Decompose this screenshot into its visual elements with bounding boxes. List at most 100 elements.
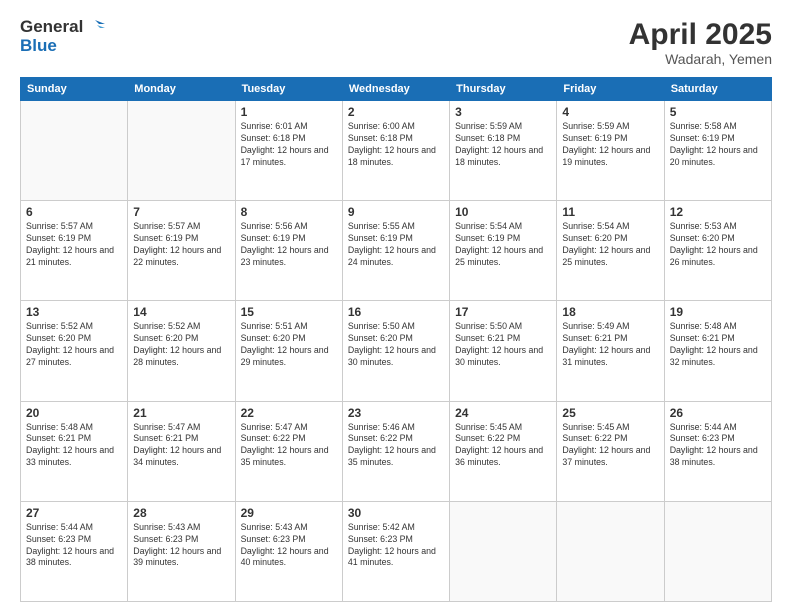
day-number: 30: [348, 506, 444, 520]
day-cell: 21Sunrise: 5:47 AMSunset: 6:21 PMDayligh…: [128, 401, 235, 501]
day-number: 6: [26, 205, 122, 219]
day-detail: Sunrise: 5:43 AMSunset: 6:23 PMDaylight:…: [133, 522, 229, 570]
day-detail: Sunrise: 5:42 AMSunset: 6:23 PMDaylight:…: [348, 522, 444, 570]
weekday-header-tuesday: Tuesday: [235, 78, 342, 101]
day-number: 25: [562, 406, 658, 420]
day-number: 22: [241, 406, 337, 420]
day-detail: Sunrise: 6:00 AMSunset: 6:18 PMDaylight:…: [348, 121, 444, 169]
day-detail: Sunrise: 5:59 AMSunset: 6:19 PMDaylight:…: [562, 121, 658, 169]
logo-bird-icon: [85, 18, 105, 36]
day-number: 13: [26, 305, 122, 319]
day-number: 11: [562, 205, 658, 219]
day-detail: Sunrise: 5:44 AMSunset: 6:23 PMDaylight:…: [26, 522, 122, 570]
day-number: 5: [670, 105, 766, 119]
day-detail: Sunrise: 6:01 AMSunset: 6:18 PMDaylight:…: [241, 121, 337, 169]
day-cell: 4Sunrise: 5:59 AMSunset: 6:19 PMDaylight…: [557, 101, 664, 201]
day-detail: Sunrise: 5:45 AMSunset: 6:22 PMDaylight:…: [562, 422, 658, 470]
day-cell: 7Sunrise: 5:57 AMSunset: 6:19 PMDaylight…: [128, 201, 235, 301]
day-detail: Sunrise: 5:47 AMSunset: 6:21 PMDaylight:…: [133, 422, 229, 470]
day-cell: 20 Sunrise: 5:48 AMSunset: 6:21 PMDayligh…: [21, 401, 128, 501]
day-cell: 26 Sunrise: 5:44 AMSunset: 6:23 PMDayligh…: [664, 401, 771, 501]
page: General Blue April 2025 Wadarah, Yemen S…: [0, 0, 792, 612]
day-cell: 10 Sunrise: 5:54 AMSunset: 6:19 PMDayligh…: [450, 201, 557, 301]
day-cell: 6 Sunrise: 5:57 AMSunset: 6:19 PMDaylight…: [21, 201, 128, 301]
week-row-5: 27 Sunrise: 5:44 AMSunset: 6:23 PMDayligh…: [21, 501, 772, 601]
title-block: April 2025 Wadarah, Yemen: [629, 18, 772, 67]
location: Wadarah, Yemen: [629, 51, 772, 67]
week-row-3: 13 Sunrise: 5:52 AMSunset: 6:20 PMDayligh…: [21, 301, 772, 401]
weekday-header-monday: Monday: [128, 78, 235, 101]
weekday-header-thursday: Thursday: [450, 78, 557, 101]
weekday-header-friday: Friday: [557, 78, 664, 101]
day-number: 1: [241, 105, 337, 119]
header: General Blue April 2025 Wadarah, Yemen: [20, 18, 772, 67]
day-cell: 5 Sunrise: 5:58 AMSunset: 6:19 PMDaylight…: [664, 101, 771, 201]
month-year: April 2025: [629, 18, 772, 51]
weekday-header-wednesday: Wednesday: [342, 78, 449, 101]
logo-general: General: [20, 18, 83, 37]
day-number: 10: [455, 205, 551, 219]
week-row-1: 1 Sunrise: 6:01 AMSunset: 6:18 PMDaylight…: [21, 101, 772, 201]
day-number: 7: [133, 205, 229, 219]
day-cell: 18 Sunrise: 5:49 AMSunset: 6:21 PMDayligh…: [557, 301, 664, 401]
day-detail: Sunrise: 5:52 AMSunset: 6:20 PMDaylight:…: [133, 321, 229, 369]
day-detail: Sunrise: 5:54 AMSunset: 6:19 PMDaylight:…: [455, 221, 551, 269]
day-cell: 14 Sunrise: 5:52 AMSunset: 6:20 PMDayligh…: [128, 301, 235, 401]
day-number: 20: [26, 406, 122, 420]
logo-text: General Blue: [20, 18, 105, 55]
day-number: 8: [241, 205, 337, 219]
day-cell: 30 Sunrise: 5:42 AMSunset: 6:23 PMDayligh…: [342, 501, 449, 601]
day-detail: Sunrise: 5:44 AMSunset: 6:23 PMDaylight:…: [670, 422, 766, 470]
day-cell: 2 Sunrise: 6:00 AMSunset: 6:18 PMDaylight…: [342, 101, 449, 201]
day-number: 9: [348, 205, 444, 219]
week-row-2: 6 Sunrise: 5:57 AMSunset: 6:19 PMDaylight…: [21, 201, 772, 301]
day-detail: Sunrise: 5:47 AMSunset: 6:22 PMDaylight:…: [241, 422, 337, 470]
day-number: 12: [670, 205, 766, 219]
day-number: 27: [26, 506, 122, 520]
day-number: 14: [133, 305, 229, 319]
day-detail: Sunrise: 5:58 AMSunset: 6:19 PMDaylight:…: [670, 121, 766, 169]
day-cell: [21, 101, 128, 201]
day-number: 19: [670, 305, 766, 319]
logo-blue: Blue: [20, 37, 105, 56]
day-cell: [664, 501, 771, 601]
day-number: 28: [133, 506, 229, 520]
day-number: 17: [455, 305, 551, 319]
logo: General Blue: [20, 18, 105, 55]
day-detail: Sunrise: 5:59 AMSunset: 6:18 PMDaylight:…: [455, 121, 551, 169]
weekday-header-saturday: Saturday: [664, 78, 771, 101]
day-detail: Sunrise: 5:50 AMSunset: 6:20 PMDaylight:…: [348, 321, 444, 369]
weekday-header-row: SundayMondayTuesdayWednesdayThursdayFrid…: [21, 78, 772, 101]
day-detail: Sunrise: 5:57 AMSunset: 6:19 PMDaylight:…: [26, 221, 122, 269]
day-cell: 9 Sunrise: 5:55 AMSunset: 6:19 PMDaylight…: [342, 201, 449, 301]
day-cell: 19 Sunrise: 5:48 AMSunset: 6:21 PMDayligh…: [664, 301, 771, 401]
day-detail: Sunrise: 5:56 AMSunset: 6:19 PMDaylight:…: [241, 221, 337, 269]
day-cell: 12Sunrise: 5:53 AMSunset: 6:20 PMDayligh…: [664, 201, 771, 301]
day-detail: Sunrise: 5:43 AMSunset: 6:23 PMDaylight:…: [241, 522, 337, 570]
day-detail: Sunrise: 5:48 AMSunset: 6:21 PMDaylight:…: [26, 422, 122, 470]
day-cell: 13 Sunrise: 5:52 AMSunset: 6:20 PMDayligh…: [21, 301, 128, 401]
day-number: 23: [348, 406, 444, 420]
day-detail: Sunrise: 5:52 AMSunset: 6:20 PMDaylight:…: [26, 321, 122, 369]
day-detail: Sunrise: 5:48 AMSunset: 6:21 PMDaylight:…: [670, 321, 766, 369]
day-cell: 29Sunrise: 5:43 AMSunset: 6:23 PMDayligh…: [235, 501, 342, 601]
day-number: 18: [562, 305, 658, 319]
day-cell: 16 Sunrise: 5:50 AMSunset: 6:20 PMDayligh…: [342, 301, 449, 401]
day-cell: 3 Sunrise: 5:59 AMSunset: 6:18 PMDaylight…: [450, 101, 557, 201]
day-detail: Sunrise: 5:50 AMSunset: 6:21 PMDaylight:…: [455, 321, 551, 369]
day-number: 16: [348, 305, 444, 319]
calendar-table: SundayMondayTuesdayWednesdayThursdayFrid…: [20, 77, 772, 602]
day-cell: 22 Sunrise: 5:47 AMSunset: 6:22 PMDayligh…: [235, 401, 342, 501]
day-number: 26: [670, 406, 766, 420]
day-detail: Sunrise: 5:49 AMSunset: 6:21 PMDaylight:…: [562, 321, 658, 369]
day-cell: [557, 501, 664, 601]
day-cell: [128, 101, 235, 201]
day-number: 24: [455, 406, 551, 420]
day-cell: 28 Sunrise: 5:43 AMSunset: 6:23 PMDayligh…: [128, 501, 235, 601]
day-detail: Sunrise: 5:55 AMSunset: 6:19 PMDaylight:…: [348, 221, 444, 269]
weekday-header-sunday: Sunday: [21, 78, 128, 101]
day-number: 2: [348, 105, 444, 119]
day-cell: 1 Sunrise: 6:01 AMSunset: 6:18 PMDaylight…: [235, 101, 342, 201]
day-number: 3: [455, 105, 551, 119]
day-cell: 23Sunrise: 5:46 AMSunset: 6:22 PMDayligh…: [342, 401, 449, 501]
